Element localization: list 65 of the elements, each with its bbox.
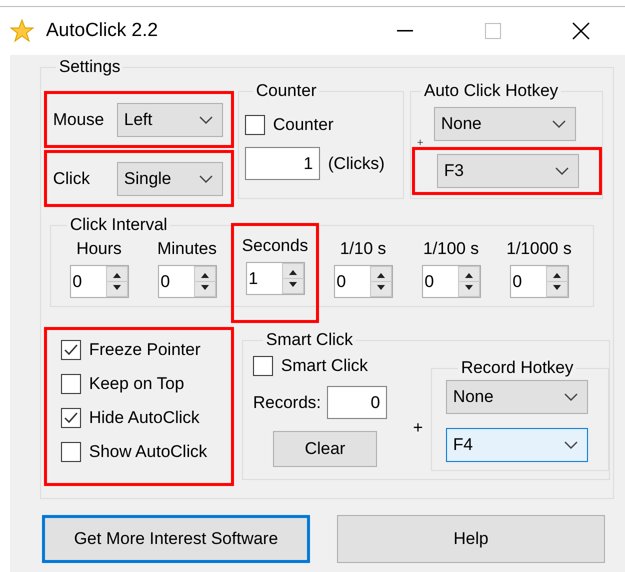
minimize-icon[interactable]: [397, 30, 413, 32]
field-label: Seconds: [242, 236, 308, 256]
field-label: Records:: [253, 392, 322, 412]
up-down-arrows-icon: [546, 266, 568, 297]
chevron-icon: [554, 166, 570, 176]
group-title: Counter: [255, 81, 318, 101]
dropdown[interactable]: F3: [437, 154, 579, 188]
up-down-arrows-icon: [370, 266, 392, 297]
checkbox[interactable]: [61, 442, 81, 462]
field-label: Hours: [76, 239, 122, 259]
checkbox[interactable]: [61, 340, 81, 360]
clear-button[interactable]: Clear: [273, 431, 377, 467]
group-title: Record Hotkey: [460, 358, 574, 378]
dropdown[interactable]: Single: [117, 162, 223, 196]
records-field[interactable]: 0: [327, 386, 388, 419]
number-spinner[interactable]: 0: [70, 265, 128, 298]
count-field[interactable]: 1: [245, 147, 320, 180]
group-title: Auto Click Hotkey: [423, 81, 560, 101]
number-spinner[interactable]: 1: [246, 262, 304, 295]
chevron-icon: [562, 440, 579, 450]
up-down-arrows-icon: [282, 263, 304, 294]
number-spinner[interactable]: 0: [158, 265, 216, 298]
field-label: 1/10 s: [340, 239, 386, 259]
field-label: 1/100 s: [423, 239, 479, 259]
chevron-icon: [551, 119, 567, 129]
dropdown[interactable]: None: [446, 380, 588, 414]
group-title: Settings: [58, 57, 122, 77]
up-down-arrows-icon: [106, 266, 128, 297]
checkbox[interactable]: [245, 115, 265, 135]
chevron-icon: [562, 392, 579, 402]
field-label: Click: [53, 168, 91, 188]
chevron-icon: [198, 174, 214, 184]
checkmark-icon: [63, 342, 79, 358]
group-title: Click Interval: [69, 215, 168, 235]
checkbox-label: Freeze Pointer: [89, 340, 200, 360]
plus-sign: +: [417, 137, 424, 149]
field-label: 1/1000 s: [506, 239, 572, 259]
field-label: Mouse: [53, 110, 106, 130]
checkbox[interactable]: [61, 408, 81, 428]
checkmark-icon: [63, 410, 79, 426]
plus-sign: +: [413, 418, 423, 438]
star-icon: [10, 19, 34, 43]
up-down-arrows-icon: [458, 266, 480, 297]
group-title: Smart Click: [265, 330, 354, 350]
checkbox-label: Smart Click: [281, 356, 368, 376]
unit-label: (Clicks): [328, 154, 385, 174]
field-label: Minutes: [157, 239, 217, 259]
checkbox-label: Keep on Top: [89, 374, 184, 394]
dropdown[interactable]: None: [434, 107, 576, 141]
checkbox-label: Hide AutoClick: [89, 408, 200, 428]
checkbox-label: Show AutoClick: [89, 442, 208, 462]
dropdown[interactable]: Left: [117, 102, 223, 136]
up-down-arrows-icon: [194, 266, 216, 297]
checkbox[interactable]: [61, 374, 81, 394]
number-spinner[interactable]: 0: [422, 265, 480, 298]
chevron-icon: [198, 114, 214, 124]
number-spinner[interactable]: 0: [334, 265, 392, 298]
checkbox[interactable]: [253, 356, 273, 376]
close-icon[interactable]: [572, 22, 590, 40]
help-button[interactable]: Help: [337, 515, 605, 563]
checkbox-label: Counter: [273, 115, 334, 135]
number-spinner[interactable]: 0: [510, 265, 568, 298]
window-title: AutoClick 2.2: [46, 20, 158, 42]
get-more-software-button[interactable]: Get More Interest Software: [42, 515, 310, 563]
dropdown[interactable]: F4: [446, 428, 588, 462]
